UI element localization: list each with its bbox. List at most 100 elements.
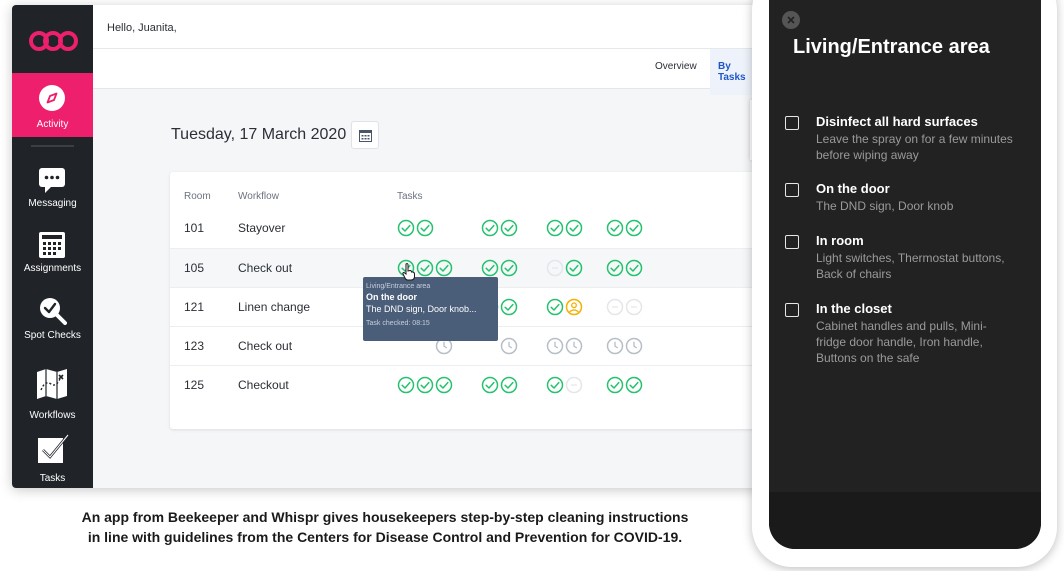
phone-bottom-bar bbox=[769, 492, 1041, 549]
nav-label: Messaging bbox=[28, 198, 77, 209]
app-window: Activity Messaging Assignments Spot Chec… bbox=[12, 5, 762, 488]
task-done-icon[interactable] bbox=[500, 259, 518, 277]
calendar-icon bbox=[359, 130, 372, 142]
top-bar: Hello, Juanita, bbox=[93, 5, 762, 49]
calendar-grid-icon bbox=[39, 232, 65, 258]
workflow-name: Check out bbox=[238, 261, 293, 275]
compass-icon bbox=[39, 85, 65, 111]
task-done-icon[interactable] bbox=[606, 219, 624, 237]
task-done-icon[interactable] bbox=[565, 259, 583, 277]
col-header-workflow: Workflow bbox=[238, 191, 279, 202]
task-status-group bbox=[397, 376, 727, 394]
checkbox[interactable] bbox=[785, 303, 799, 317]
task-done-icon[interactable] bbox=[606, 376, 624, 394]
task-status-group bbox=[397, 219, 727, 237]
task-done-icon[interactable] bbox=[625, 219, 643, 237]
task-done-icon[interactable] bbox=[435, 259, 453, 277]
checklist-item-desc: Cabinet handles and pulls, Mini-fridge d… bbox=[816, 319, 987, 365]
task-not-required-icon[interactable] bbox=[546, 259, 564, 277]
phone-frame: Living/Entrance area Disinfect all hard … bbox=[752, 0, 1057, 567]
room-number: 105 bbox=[184, 261, 205, 275]
task-done-icon[interactable] bbox=[416, 259, 434, 277]
checkbox[interactable] bbox=[785, 235, 799, 249]
task-pending-clock-icon[interactable] bbox=[546, 337, 564, 355]
nav-label: Assignments bbox=[23, 263, 82, 274]
room-number: 125 bbox=[184, 378, 205, 392]
checklist-item-desc: Light switches, Thermostat buttons, Back… bbox=[816, 251, 1005, 281]
room-number: 121 bbox=[184, 300, 205, 314]
workflow-name: Checkout bbox=[238, 378, 289, 392]
checklist-item-title: In the closet bbox=[816, 301, 892, 316]
task-done-icon[interactable] bbox=[606, 259, 624, 277]
logo bbox=[29, 31, 78, 51]
nav-divider bbox=[31, 145, 74, 147]
task-done-icon[interactable] bbox=[500, 298, 518, 316]
close-button[interactable] bbox=[782, 11, 800, 29]
task-done-icon[interactable] bbox=[481, 219, 499, 237]
task-done-icon[interactable] bbox=[500, 376, 518, 394]
task-done-icon[interactable] bbox=[416, 376, 434, 394]
checklist-title: Living/Entrance area bbox=[793, 36, 990, 58]
room-number: 123 bbox=[184, 339, 205, 353]
task-done-icon[interactable] bbox=[625, 376, 643, 394]
caption-line-1: An app from Beekeeper and Whispr gives h… bbox=[81, 509, 689, 525]
task-done-icon[interactable] bbox=[546, 298, 564, 316]
task-not-required-icon[interactable] bbox=[565, 376, 583, 394]
task-done-icon[interactable] bbox=[397, 376, 415, 394]
task-pending-clock-icon[interactable] bbox=[565, 337, 583, 355]
nav-item-messaging[interactable]: Messaging bbox=[12, 163, 93, 227]
task-done-icon[interactable] bbox=[500, 219, 518, 237]
task-status-group bbox=[397, 259, 727, 277]
task-done-icon[interactable] bbox=[546, 376, 564, 394]
magnifier-check-icon bbox=[40, 298, 67, 325]
nav-label: Activity bbox=[36, 119, 69, 130]
task-tooltip: Living/Entrance area On the door The DND… bbox=[363, 277, 498, 341]
map-icon bbox=[37, 369, 67, 399]
task-in-progress-person-icon[interactable] bbox=[565, 298, 583, 316]
calendar-button[interactable] bbox=[351, 121, 379, 149]
view-tabs-bar: Overview By Tasks bbox=[93, 49, 762, 95]
nav-label: Tasks bbox=[39, 473, 66, 484]
task-done-icon[interactable] bbox=[481, 259, 499, 277]
task-not-required-icon[interactable] bbox=[625, 298, 643, 316]
task-done-icon[interactable] bbox=[435, 376, 453, 394]
task-done-icon[interactable] bbox=[546, 219, 564, 237]
nav-item-assignments[interactable]: Assignments bbox=[12, 228, 93, 292]
checkbox[interactable] bbox=[785, 116, 799, 130]
main-content: Hello, Juanita, Overview By Tasks Tuesda… bbox=[93, 5, 762, 488]
task-pending-clock-icon[interactable] bbox=[606, 337, 624, 355]
nav-item-activity[interactable]: Activity bbox=[12, 73, 93, 137]
workflow-name: Stayover bbox=[238, 221, 286, 235]
task-pending-clock-icon[interactable] bbox=[500, 337, 518, 355]
tooltip-title: On the door bbox=[366, 292, 417, 302]
tab-overview[interactable]: Overview bbox=[655, 61, 697, 72]
task-done-icon[interactable] bbox=[481, 376, 499, 394]
page-date: Tuesday, 17 March 2020 bbox=[171, 126, 347, 143]
workflow-name: Check out bbox=[238, 339, 293, 353]
task-not-required-icon[interactable] bbox=[606, 298, 624, 316]
checklist-item-title: Disinfect all hard surfaces bbox=[816, 114, 978, 129]
photo-caption: An app from Beekeeper and Whispr gives h… bbox=[0, 507, 770, 547]
task-pending-clock-icon[interactable] bbox=[625, 337, 643, 355]
task-done-icon[interactable] bbox=[397, 219, 415, 237]
close-icon bbox=[787, 16, 795, 24]
nav-item-tasks[interactable]: Tasks bbox=[12, 431, 93, 488]
nav-label: Workflows bbox=[29, 410, 76, 421]
checklist-item-title: In room bbox=[816, 233, 864, 248]
col-header-room: Room bbox=[184, 191, 211, 202]
task-done-icon[interactable] bbox=[625, 259, 643, 277]
phone-screen: Living/Entrance area Disinfect all hard … bbox=[769, 0, 1041, 549]
nav-item-spot-checks[interactable]: Spot Checks bbox=[12, 294, 93, 358]
checklist-item-desc: Leave the spray on for a few minutes bef… bbox=[816, 132, 1013, 162]
tooltip-area: Living/Entrance area bbox=[366, 283, 431, 290]
table-row[interactable]: 125 Checkout bbox=[170, 365, 762, 404]
table-row[interactable]: 101 Stayover bbox=[170, 209, 762, 248]
workflow-name: Linen change bbox=[238, 300, 311, 314]
task-done-icon[interactable] bbox=[416, 219, 434, 237]
nav-item-workflows[interactable]: Workflows bbox=[12, 367, 93, 431]
checkbox[interactable] bbox=[785, 183, 799, 197]
nav-label: Spot Checks bbox=[24, 330, 81, 341]
task-done-icon[interactable] bbox=[565, 219, 583, 237]
greeting-text: Hello, Juanita, bbox=[107, 22, 177, 34]
tooltip-detail: The DND sign, Door knob... bbox=[366, 304, 477, 314]
